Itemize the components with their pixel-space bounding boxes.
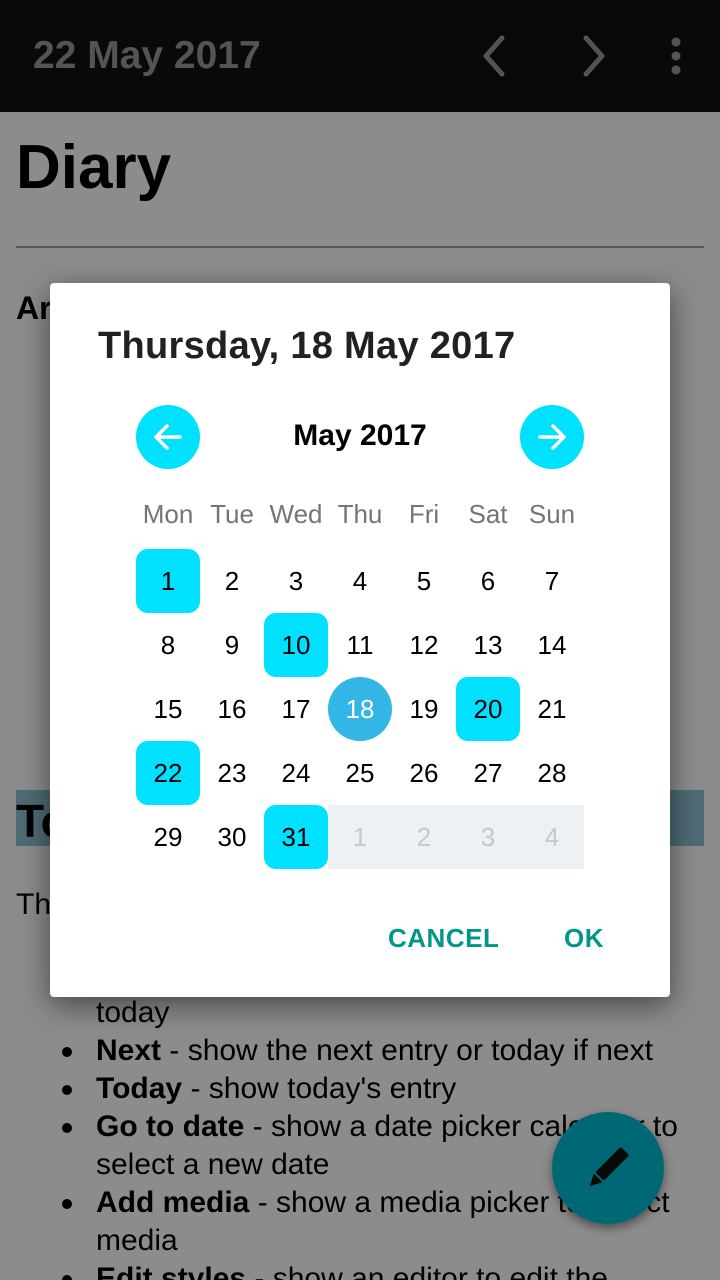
day-cell[interactable]: 15 <box>136 677 200 741</box>
weekday-label: Thu <box>337 499 383 529</box>
weekday-label: Sun <box>528 499 576 529</box>
day-cell-next-month: 2 <box>392 805 456 869</box>
day-cell[interactable]: 14 <box>520 613 584 677</box>
selected-date-header: Thursday, 18 May 2017 <box>98 325 516 367</box>
day-cell[interactable]: 10 <box>264 613 328 677</box>
day-cell[interactable]: 11 <box>328 613 392 677</box>
day-cell[interactable]: 26 <box>392 741 456 805</box>
day-cell[interactable]: 24 <box>264 741 328 805</box>
day-cell[interactable]: 27 <box>456 741 520 805</box>
day-cell[interactable]: 12 <box>392 613 456 677</box>
day-cell[interactable]: 22 <box>136 741 200 805</box>
day-cell[interactable]: 20 <box>456 677 520 741</box>
day-cell[interactable]: 23 <box>200 741 264 805</box>
day-cell[interactable]: 21 <box>520 677 584 741</box>
day-cell-selected[interactable]: 18 <box>328 677 392 741</box>
arrow-right-icon <box>538 424 566 450</box>
weekday-label: Tue <box>210 499 254 529</box>
day-cell[interactable]: 13 <box>456 613 520 677</box>
ok-button[interactable]: OK <box>564 923 604 954</box>
day-cell[interactable]: 28 <box>520 741 584 805</box>
month-label: May 2017 <box>293 419 427 452</box>
cancel-button[interactable]: CANCEL <box>388 923 499 954</box>
arrow-left-icon <box>154 424 182 450</box>
day-cell-next-month: 4 <box>520 805 584 869</box>
day-cell[interactable]: 19 <box>392 677 456 741</box>
day-cell[interactable]: 30 <box>200 805 264 869</box>
day-cell[interactable]: 2 <box>200 549 264 613</box>
day-cell[interactable]: 31 <box>264 805 328 869</box>
day-cell[interactable]: 7 <box>520 549 584 613</box>
day-cell-next-month: 3 <box>456 805 520 869</box>
calendar-grid: 1 2 3 4 5 6 7 8 9 10 11 12 13 14 15 16 1… <box>136 549 584 869</box>
date-picker-dialog: Thursday, 18 May 2017 May 2017 Mon Tue W… <box>50 283 670 997</box>
weekday-label: Mon <box>142 499 194 529</box>
day-cell[interactable]: 4 <box>328 549 392 613</box>
day-cell[interactable]: 1 <box>136 549 200 613</box>
day-cell[interactable]: 29 <box>136 805 200 869</box>
weekday-label: Wed <box>269 499 323 529</box>
day-cell[interactable]: 8 <box>136 613 200 677</box>
day-cell[interactable]: 6 <box>456 549 520 613</box>
day-cell[interactable]: 5 <box>392 549 456 613</box>
day-cell[interactable]: 16 <box>200 677 264 741</box>
weekday-label: Sat <box>468 499 508 529</box>
day-cell[interactable]: 3 <box>264 549 328 613</box>
dialog-actions: CANCEL OK <box>50 923 670 963</box>
day-cell[interactable]: 25 <box>328 741 392 805</box>
weekday-header: Mon Tue Wed Thu Fri Sat Sun <box>136 499 584 539</box>
day-cell[interactable]: 17 <box>264 677 328 741</box>
day-cell[interactable]: 9 <box>200 613 264 677</box>
next-month-button[interactable] <box>520 405 584 469</box>
previous-month-button[interactable] <box>136 405 200 469</box>
weekday-label: Fri <box>408 499 440 529</box>
day-cell-next-month: 1 <box>328 805 392 869</box>
